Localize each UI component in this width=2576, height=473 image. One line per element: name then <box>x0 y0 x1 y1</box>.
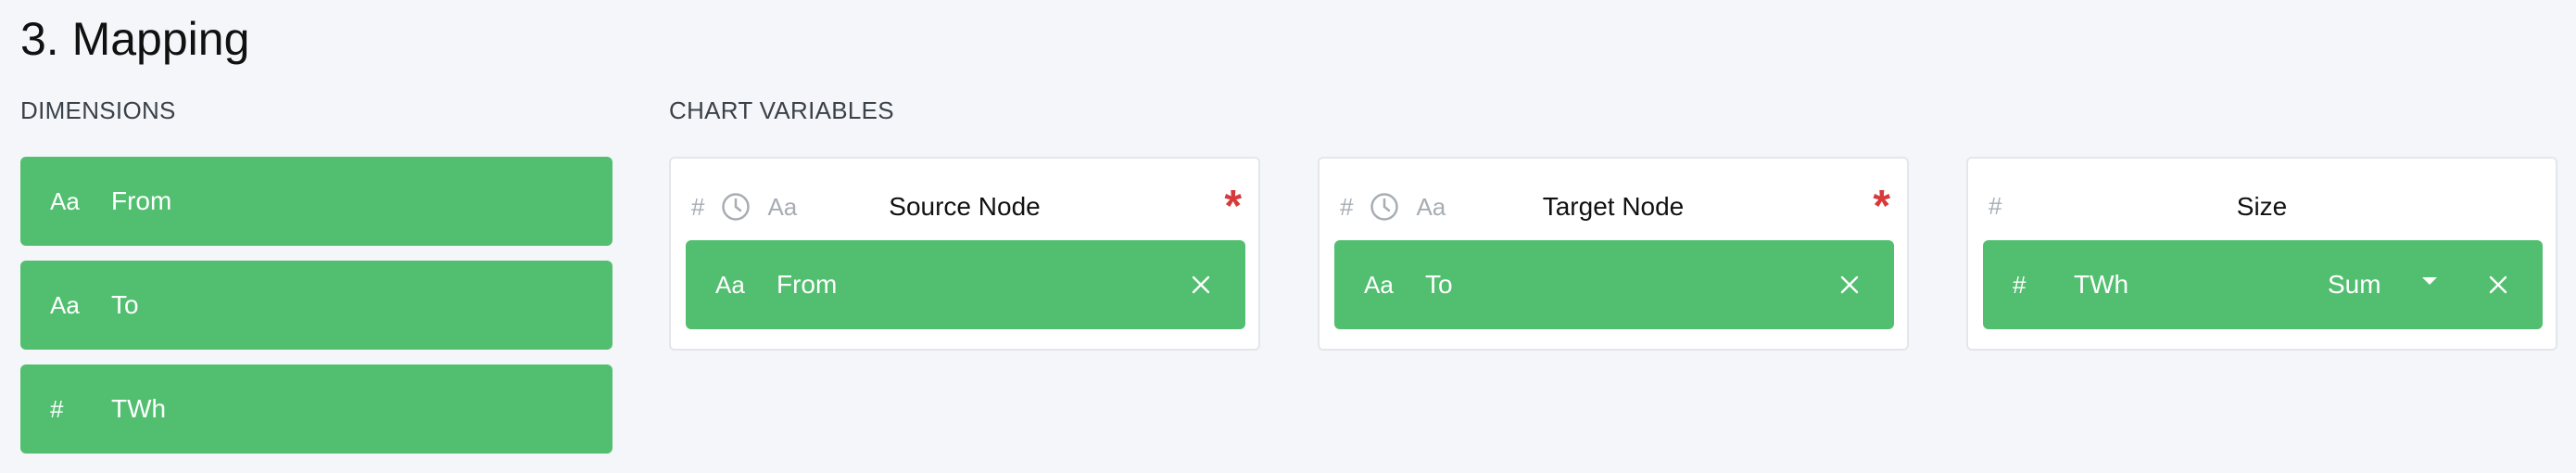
mapped-dimension-chip[interactable]: # TWh Sum <box>1983 240 2543 329</box>
string-type-icon: Aa <box>715 270 745 299</box>
close-icon[interactable] <box>1184 268 1218 301</box>
string-type-icon: Aa <box>1364 270 1394 299</box>
dimension-label: TWh <box>111 394 167 423</box>
caret-down-icon[interactable] <box>2422 277 2437 285</box>
mapping-section: 3. Mapping DIMENSIONS Aa From Aa To # TW… <box>0 0 2576 473</box>
dimension-label: From <box>111 186 172 215</box>
variable-card-target-node[interactable]: # Aa Target Node * Aa To <box>1318 157 1909 351</box>
mapped-dimension-chip[interactable]: Aa To <box>1334 240 1894 329</box>
card-title: Target Node <box>1542 192 1685 221</box>
mapped-dimension-label: From <box>777 270 838 299</box>
required-asterisk: * <box>1873 182 1890 231</box>
aggregation-select[interactable]: Sum <box>2328 240 2381 329</box>
dimension-chip-to[interactable]: Aa To <box>20 261 612 350</box>
number-type-icon: # <box>50 394 64 423</box>
number-type-icon: # <box>2013 270 2027 299</box>
close-icon[interactable] <box>1833 268 1866 301</box>
required-asterisk: * <box>1224 182 1242 231</box>
card-title: Size <box>2236 192 2288 221</box>
section-title: 3. Mapping <box>20 13 250 65</box>
string-type-icon: Aa <box>50 290 80 319</box>
string-type-icon: Aa <box>50 186 80 215</box>
mapped-dimension-label: To <box>1425 270 1453 299</box>
variable-card-size[interactable]: # Size # TWh Sum <box>1966 157 2557 351</box>
close-icon[interactable] <box>2481 268 2515 301</box>
dimension-chip-from[interactable]: Aa From <box>20 157 612 246</box>
dimension-label: To <box>111 290 139 319</box>
dimensions-label: DIMENSIONS <box>20 96 176 124</box>
dimension-chip-twh[interactable]: # TWh <box>20 364 612 454</box>
variable-card-source-node[interactable]: # Aa Source Node * Aa From <box>669 157 1260 351</box>
mapped-dimension-label: TWh <box>2074 270 2129 299</box>
card-title: Source Node <box>889 192 1041 221</box>
chart-variables-label: CHART VARIABLES <box>669 96 894 124</box>
mapped-dimension-chip[interactable]: Aa From <box>686 240 1245 329</box>
